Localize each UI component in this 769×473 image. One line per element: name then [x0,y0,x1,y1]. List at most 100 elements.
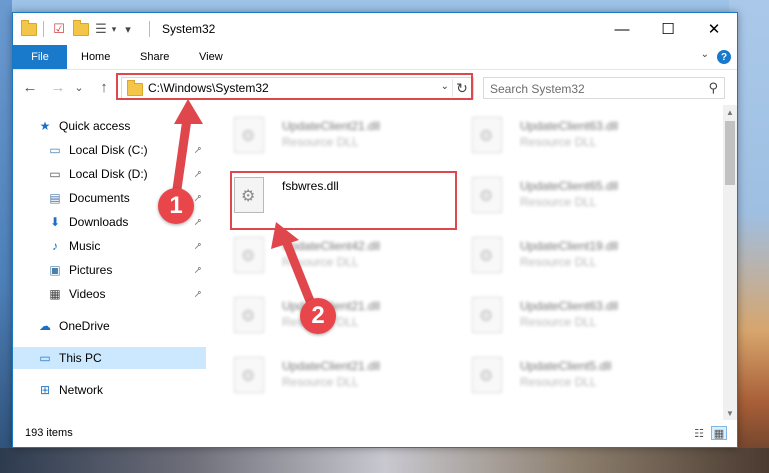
toolbar-separator [43,21,44,37]
sidebar-item-label: Local Disk (C:) [69,143,148,157]
sidebar-item[interactable]: ▣ Pictures ⊸ [13,259,206,281]
annotation-badge-1: 1 [158,188,194,224]
pin-icon[interactable]: ⊸ [191,239,205,253]
qa-customize-icon[interactable]: ▾ [123,21,133,37]
close-button[interactable]: ✕ [691,13,737,45]
pin-icon[interactable]: ⊸ [191,263,205,277]
sidebar-item-label: Pictures [69,263,113,277]
computer-icon: ▭ [39,351,51,365]
search-box[interactable]: ⚲ [483,77,725,99]
pin-icon[interactable]: ⊸ [191,143,205,157]
sidebar-item[interactable]: ▭ Local Disk (C:) ⊸ [13,139,206,161]
file-item[interactable]: UpdateClient63.dll Resource DLL [446,111,666,167]
annotation-badge-2: 2 [300,298,336,334]
file-name: UpdateClient63.dll [520,119,619,133]
download-icon: ⬇ [49,215,61,229]
tab-view[interactable]: View [199,45,223,69]
drive-icon: ▭ [49,167,61,181]
new-folder-icon[interactable] [73,19,89,37]
sidebar-item-label: Downloads [69,215,129,229]
dll-file-icon [234,297,264,333]
title-bar: ☑ ☰ ▾ ▾ System32 — ☐ ✕ [13,13,737,45]
file-item[interactable]: UpdateClient42.dll Resource DLL [208,231,428,287]
sidebar-item[interactable]: ▭ This PC [13,347,206,369]
file-highlight [230,171,457,230]
file-name: UpdateClient19.dll [520,239,619,253]
scroll-down-icon[interactable]: ▼ [723,406,737,420]
scroll-up-icon[interactable]: ▲ [723,105,737,119]
vertical-scrollbar[interactable]: ▲ ▼ [723,105,737,420]
minimize-button[interactable]: — [599,13,645,45]
help-icon[interactable]: ? [717,50,731,64]
folder-icon [21,19,37,37]
details-view-icon[interactable]: ☷ [691,426,707,440]
search-icon[interactable]: ⚲ [708,80,718,96]
sidebar-item[interactable]: ☁ OneDrive [13,315,206,337]
recent-locations-button[interactable]: ⌄ [73,78,85,96]
file-name: UpdateClient42.dll [282,239,381,253]
pin-icon[interactable]: ⊸ [191,287,205,301]
file-type: Resource DLL [282,135,359,149]
tab-home[interactable]: Home [81,45,110,69]
collapse-ribbon-icon[interactable]: ⌄ [701,49,709,60]
maximize-button[interactable]: ☐ [645,13,691,45]
sidebar-item-label: Music [69,239,101,253]
network-icon: ⊞ [39,383,51,397]
sidebar-item-label: OneDrive [59,319,110,333]
ribbon-tabs: File Home Share View ⌄ ? [13,45,737,70]
forward-button[interactable]: → [49,78,67,96]
video-icon: ▦ [49,287,61,301]
sidebar-item[interactable]: ▦ Videos ⊸ [13,283,206,305]
sidebar-item[interactable]: ▭ Local Disk (D:) ⊸ [13,163,206,185]
sidebar-item[interactable]: ⊞ Network [13,379,206,401]
desktop-background-left [0,0,12,473]
qa-dropdown-icon[interactable]: ▾ [109,21,119,37]
scroll-thumb[interactable] [725,121,735,185]
search-input[interactable] [488,80,702,98]
file-list: UpdateClient21.dllResource DLLUpdateClie… [206,105,723,420]
dll-file-icon [472,177,502,213]
sidebar-item[interactable]: ★ Quick access [13,115,206,137]
sidebar-item-label: Local Disk (D:) [69,167,148,181]
up-button[interactable]: ↑ [95,78,113,96]
file-item[interactable]: UpdateClient19.dll Resource DLL [446,231,666,287]
dll-file-icon [472,297,502,333]
dll-file-icon [234,357,264,393]
pictures-icon: ▣ [49,263,61,277]
properties-icon[interactable]: ☑ [51,21,67,37]
sidebar-item[interactable]: ♪ Music ⊸ [13,235,206,257]
pin-icon[interactable]: ⊸ [191,167,205,181]
tab-share[interactable]: Share [140,45,169,69]
window-title: System32 [162,22,216,36]
customize-toolbar-icon[interactable]: ☰ [93,21,109,37]
file-item[interactable]: UpdateClient21.dll Resource DLL [208,111,428,167]
documents-icon: ▤ [49,191,61,205]
back-button[interactable]: ← [21,78,39,96]
file-name: UpdateClient21.dll [282,119,381,133]
pin-icon[interactable]: ⊸ [191,215,205,229]
dll-file-icon [472,357,502,393]
cloud-icon: ☁ [39,319,51,333]
title-separator [149,21,150,37]
file-item[interactable]: UpdateClient21.dll Resource DLL [208,351,428,407]
file-name: UpdateClient5.dll [520,359,612,373]
file-name: UpdateClient63.dll [520,299,619,313]
dll-file-icon [234,237,264,273]
file-item[interactable]: UpdateClient5.dll Resource DLL [446,351,666,407]
sidebar-item-label: This PC [59,351,102,365]
navigation-pane: ★ Quick access ▭ Local Disk (C:) ⊸ ▭ Local Dis… [13,105,206,420]
large-icons-view-icon[interactable]: ▦ [711,426,727,440]
dll-file-icon [234,117,264,153]
file-item[interactable]: UpdateClient65.dll Resource DLL [446,171,666,227]
status-bar: 193 items ☷ ▦ [13,420,737,447]
file-type: Resource DLL [520,375,597,389]
tab-file[interactable]: File [13,45,67,69]
address-bar-highlight [116,73,473,100]
file-type: Resource DLL [520,315,597,329]
star-icon: ★ [39,119,51,133]
file-type: Resource DLL [520,135,597,149]
music-icon: ♪ [52,239,58,253]
file-type: Resource DLL [282,375,359,389]
item-count: 193 items [25,427,73,439]
file-item[interactable]: UpdateClient63.dll Resource DLL [446,291,666,347]
